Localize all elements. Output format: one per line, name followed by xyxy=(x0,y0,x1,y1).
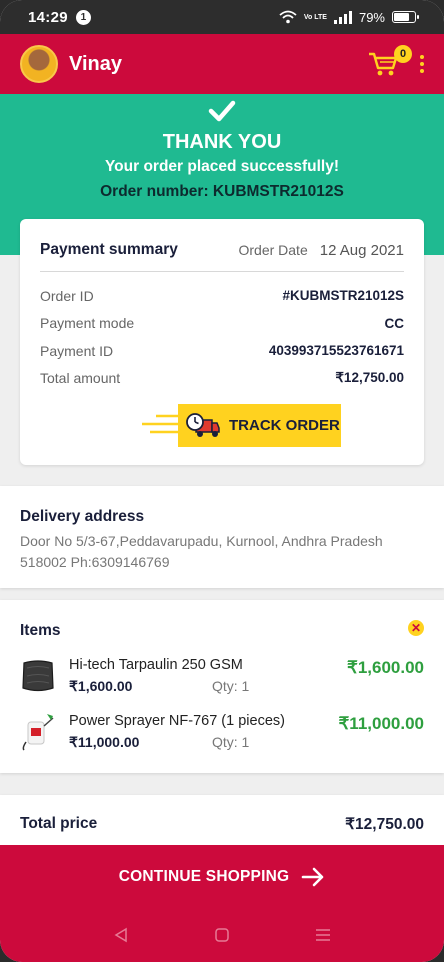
list-item: Hi-tech Tarpaulin 250 GSM ₹1,600.00 Qty:… xyxy=(20,656,424,696)
recents-icon[interactable] xyxy=(312,924,334,946)
payment-row-mode: Payment mode CC xyxy=(40,310,404,338)
volte-label: Vo LTE xyxy=(303,13,327,21)
payment-row-value: 403993715523761671 xyxy=(268,343,404,359)
item-total: ₹11,000.00 xyxy=(338,714,424,733)
item-qty: Qty: 1 xyxy=(212,734,250,750)
order-date-label: Order Date xyxy=(238,242,308,258)
total-price-value: ₹12,750.00 xyxy=(345,816,424,833)
avatar[interactable] xyxy=(20,45,58,83)
item-qty: Qty: 1 xyxy=(212,678,250,694)
tarpaulin-icon xyxy=(20,656,56,696)
status-icons: Vo LTE 79% xyxy=(279,9,419,25)
success-message: Your order placed successfully! xyxy=(104,158,339,175)
close-icon[interactable]: ✕ xyxy=(408,620,424,636)
home-icon[interactable] xyxy=(211,924,233,946)
payment-row-value: ₹12,750.00 xyxy=(335,370,404,386)
track-order-button[interactable]: TRACK ORDER xyxy=(178,404,341,447)
list-item: Power Sprayer NF-767 (1 pieces) ₹11,000.… xyxy=(20,712,424,752)
items-card: Items ✕ Hi-tech Tarpaulin 250 GSM ₹1,600… xyxy=(0,600,444,773)
app-header: Vinay 0 xyxy=(0,34,444,94)
payment-summary-title: Payment summary xyxy=(40,241,178,258)
item-subline: ₹1,600.00 Qty: 1 xyxy=(69,678,347,695)
payment-row-total: Total amount ₹12,750.00 xyxy=(40,365,404,393)
payment-row-label: Total amount xyxy=(40,370,121,387)
item-info: Hi-tech Tarpaulin 250 GSM ₹1,600.00 Qty:… xyxy=(69,657,347,695)
items-title: Items xyxy=(20,622,61,639)
cart-count-badge: 0 xyxy=(394,45,412,63)
items-header: Items ✕ xyxy=(20,620,424,640)
payment-row-value: #KUBMSTR21012S xyxy=(282,288,404,304)
item-name: Power Sprayer NF-767 (1 pieces) xyxy=(69,713,285,729)
thank-you-title: THANK YOU xyxy=(162,131,282,153)
total-price-label: Total price xyxy=(20,815,98,832)
more-options-icon[interactable] xyxy=(420,55,424,73)
checkmark-icon xyxy=(208,100,236,122)
track-order-label: TRACK ORDER xyxy=(229,417,340,434)
track-order-area: TRACK ORDER xyxy=(40,404,404,448)
item-price: ₹11,000.00 xyxy=(69,734,140,750)
payment-summary-header: Payment summary Order Date 12 Aug 2021 xyxy=(40,241,404,272)
wifi-icon xyxy=(279,10,297,24)
delivery-truck-icon xyxy=(186,412,220,437)
notification-count-badge: 1 xyxy=(75,9,91,25)
delivery-address-title: Delivery address xyxy=(20,508,145,525)
payment-summary-card: Payment summary Order Date 12 Aug 2021 O… xyxy=(20,219,424,465)
arrow-right-icon xyxy=(301,867,324,886)
app-screen: 14:29 1 Vo LTE 79% Vinay 0 THANK YOU You… xyxy=(0,0,444,962)
status-time: 14:29 xyxy=(28,8,68,26)
payment-row-label: Payment mode xyxy=(40,315,135,332)
order-number: Order number: KUBMSTR21012S xyxy=(100,183,344,200)
status-bar: 14:29 1 Vo LTE 79% xyxy=(0,0,444,34)
cart-button[interactable]: 0 xyxy=(368,45,412,77)
payment-row-value: CC xyxy=(384,315,405,331)
continue-shopping-button[interactable]: CONTINUE SHOPPING xyxy=(0,845,444,908)
sprayer-icon xyxy=(20,712,56,752)
delivery-address-text: Door No 5/3-67,Peddavarupadu, Kurnool, A… xyxy=(20,533,383,570)
back-icon[interactable] xyxy=(110,924,132,946)
payment-row-order-id: Order ID #KUBMSTR21012S xyxy=(40,282,404,310)
item-name: Hi-tech Tarpaulin 250 GSM xyxy=(69,657,243,673)
battery-percent: 79% xyxy=(358,9,385,25)
item-total: ₹1,600.00 xyxy=(347,658,424,677)
delivery-address-card: Delivery address Door No 5/3-67,Peddavar… xyxy=(0,486,444,588)
order-date-value: 12 Aug 2021 xyxy=(319,241,404,259)
item-price: ₹1,600.00 xyxy=(69,678,133,694)
item-subline: ₹11,000.00 Qty: 1 xyxy=(69,734,338,751)
battery-icon xyxy=(392,11,419,23)
continue-shopping-label: CONTINUE SHOPPING xyxy=(118,867,290,885)
payment-row-label: Payment ID xyxy=(40,342,114,359)
payment-row-payment-id: Payment ID 403993715523761671 xyxy=(40,337,404,365)
username: Vinay xyxy=(69,52,122,75)
item-info: Power Sprayer NF-767 (1 pieces) ₹11,000.… xyxy=(69,713,338,751)
speed-lines-icon xyxy=(142,414,178,434)
system-navigation-bar xyxy=(0,908,444,962)
payment-row-label: Order ID xyxy=(40,287,94,304)
payment-details: Order ID #KUBMSTR21012S Payment mode CC … xyxy=(40,282,404,392)
signal-icon xyxy=(333,10,352,24)
